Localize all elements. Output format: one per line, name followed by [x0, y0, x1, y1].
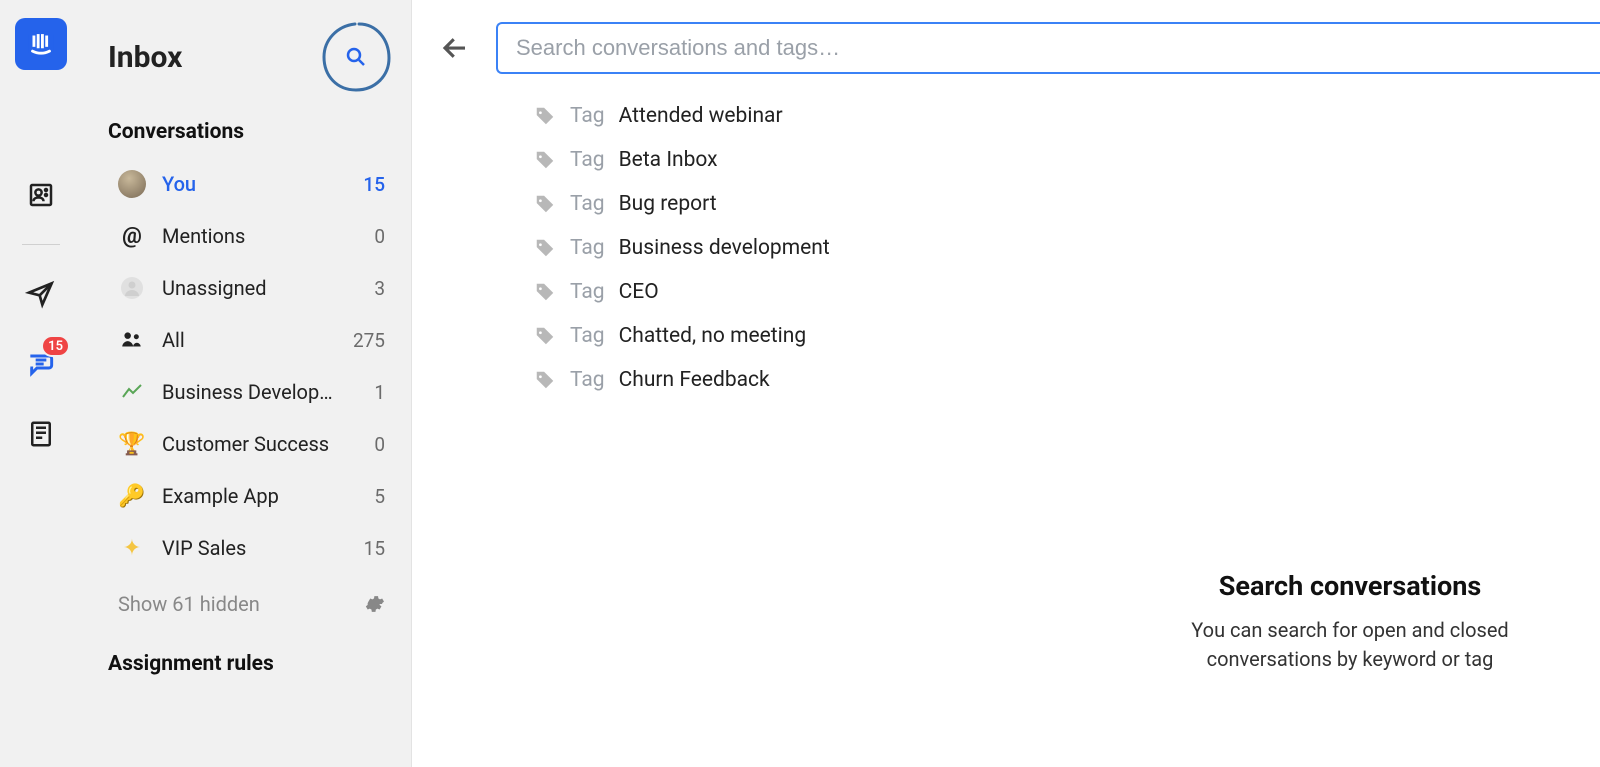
tag-name: Beta Inbox — [619, 148, 718, 172]
conv-label: VIP Sales — [162, 536, 348, 560]
star-icon: ✦ — [118, 534, 146, 562]
conv-label: Business Develop… — [162, 380, 358, 404]
search-icon — [344, 45, 368, 69]
tag-name: Bug report — [619, 192, 717, 216]
tag-prefix: Tag — [570, 324, 605, 348]
tag-prefix: Tag — [570, 236, 605, 260]
conv-count: 3 — [374, 277, 385, 300]
conv-business-dev[interactable]: Business Develop… 1 — [82, 366, 411, 418]
tag-suggestion[interactable]: Tag Chatted, no meeting — [512, 314, 1600, 358]
conv-label: Customer Success — [162, 432, 358, 456]
tag-name: Business development — [619, 236, 830, 260]
conv-unassigned[interactable]: Unassigned 3 — [82, 262, 411, 314]
article-icon — [26, 419, 56, 449]
tag-suggestions-dropdown: Tag Attended webinar Tag Beta Inbox Tag … — [512, 86, 1600, 410]
tag-icon — [534, 369, 556, 391]
conv-count: 275 — [353, 329, 385, 352]
tag-icon — [534, 193, 556, 215]
tag-prefix: Tag — [570, 104, 605, 128]
conv-mentions[interactable]: @ Mentions 0 — [82, 210, 411, 262]
conv-vip-sales[interactable]: ✦ VIP Sales 15 — [82, 522, 411, 574]
nav-rail: 15 — [0, 0, 82, 767]
person-placeholder-icon — [120, 276, 144, 300]
inbox-badge: 15 — [41, 335, 70, 357]
sidebar-title: Inbox — [108, 40, 182, 75]
nav-send[interactable] — [20, 273, 62, 315]
arrow-left-icon — [440, 33, 470, 63]
trophy-icon: 🏆 — [118, 430, 146, 458]
conversations-list: You 15 @ Mentions 0 Unassigned 3 — [82, 158, 411, 574]
tag-icon — [534, 105, 556, 127]
conv-count: 15 — [364, 537, 385, 560]
tag-suggestion[interactable]: Tag Business development — [512, 226, 1600, 270]
conv-example-app[interactable]: 🔑 Example App 5 — [82, 470, 411, 522]
tag-icon — [534, 281, 556, 303]
tag-suggestion[interactable]: Tag Beta Inbox — [512, 138, 1600, 182]
avatar-icon — [118, 170, 146, 198]
nav-contacts[interactable] — [20, 174, 62, 216]
conv-you[interactable]: You 15 — [82, 158, 411, 210]
conv-count: 0 — [374, 225, 385, 248]
rail-divider — [22, 244, 60, 245]
conv-all[interactable]: All 275 — [82, 314, 411, 366]
main-panel: Tag Attended webinar Tag Beta Inbox Tag … — [412, 0, 1600, 767]
conv-label: You — [162, 172, 347, 196]
nav-articles[interactable] — [20, 413, 62, 455]
conv-count: 1 — [374, 381, 385, 404]
tag-name: Chatted, no meeting — [619, 324, 807, 348]
gear-icon[interactable] — [363, 593, 385, 615]
sidebar-search-button[interactable] — [321, 22, 391, 92]
chart-icon — [120, 380, 144, 404]
sidebar: Inbox Conversations You 15 @ Mentions — [82, 0, 412, 767]
nav-inbox[interactable]: 15 — [20, 343, 62, 385]
tag-icon — [534, 325, 556, 347]
conv-count: 0 — [374, 433, 385, 456]
conv-customer-success[interactable]: 🏆 Customer Success 0 — [82, 418, 411, 470]
tag-prefix: Tag — [570, 192, 605, 216]
intercom-logo-icon — [24, 27, 58, 61]
empty-heading: Search conversations — [1140, 570, 1560, 602]
app-logo[interactable] — [15, 18, 67, 70]
tag-name: Churn Feedback — [619, 368, 770, 392]
tag-name: Attended webinar — [619, 104, 783, 128]
paper-plane-icon — [25, 278, 57, 310]
tag-name: CEO — [619, 280, 659, 304]
tag-prefix: Tag — [570, 148, 605, 172]
empty-state: Search conversations You can search for … — [1140, 570, 1560, 674]
show-hidden-label: Show 61 hidden — [118, 592, 260, 616]
tag-suggestion[interactable]: Tag Bug report — [512, 182, 1600, 226]
people-icon — [119, 327, 145, 353]
tag-suggestion[interactable]: Tag Attended webinar — [512, 94, 1600, 138]
tag-prefix: Tag — [570, 280, 605, 304]
tag-suggestion[interactable]: Tag Churn Feedback — [512, 358, 1600, 402]
search-input[interactable] — [496, 22, 1600, 74]
at-icon: @ — [118, 222, 146, 250]
tag-icon — [534, 149, 556, 171]
conv-label: All — [162, 328, 337, 352]
conv-label: Unassigned — [162, 276, 358, 300]
conv-label: Mentions — [162, 224, 358, 248]
show-hidden-button[interactable]: Show 61 hidden — [82, 574, 411, 624]
section-conversations-label: Conversations — [82, 102, 411, 158]
conv-label: Example App — [162, 484, 358, 508]
conv-count: 15 — [363, 173, 385, 196]
back-button[interactable] — [434, 27, 476, 69]
key-icon: 🔑 — [118, 482, 146, 510]
tag-suggestion[interactable]: Tag CEO — [512, 270, 1600, 314]
section-rules-label[interactable]: Assignment rules — [82, 624, 411, 690]
tag-prefix: Tag — [570, 368, 605, 392]
tag-icon — [534, 237, 556, 259]
contacts-icon — [26, 180, 56, 210]
empty-body: You can search for open and closed conve… — [1140, 616, 1560, 674]
conv-count: 5 — [374, 485, 385, 508]
